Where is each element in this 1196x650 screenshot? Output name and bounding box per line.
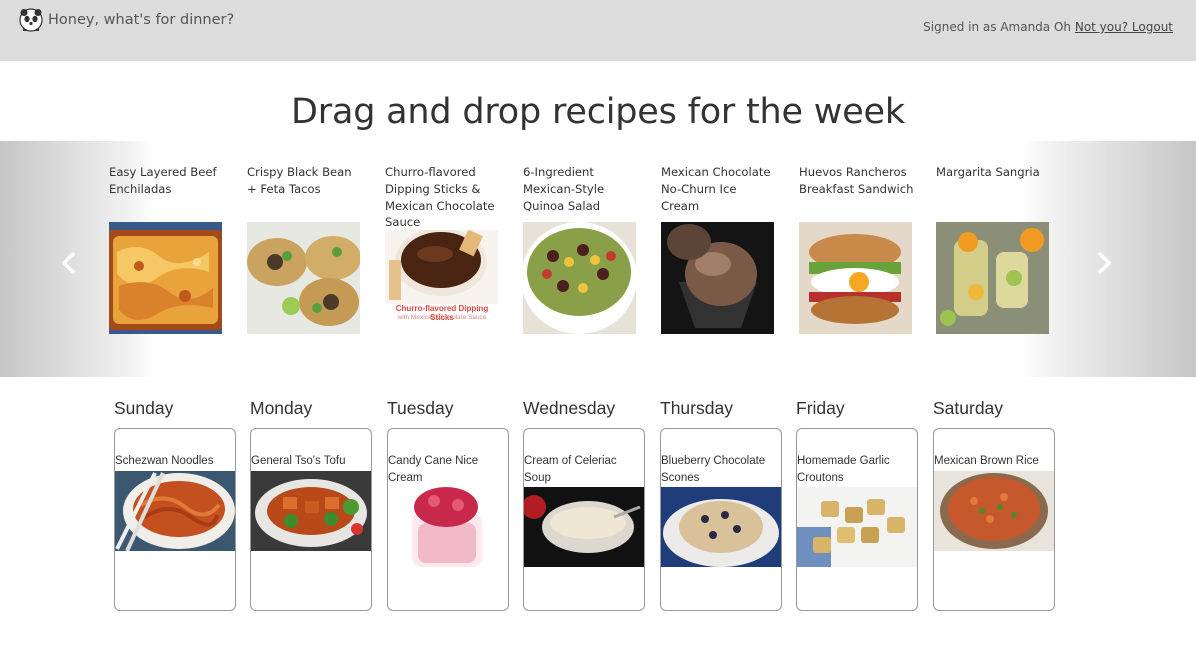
day-name: Monday bbox=[250, 398, 313, 418]
schezwan-noodles-photo bbox=[115, 471, 235, 551]
carousel-recipe-card[interactable]: 6-Ingredient Mexican-Style Quinoa Salad bbox=[523, 164, 639, 334]
quinoa-salad-photo bbox=[523, 222, 636, 334]
recipe-name: Margarita Sangria bbox=[936, 165, 1040, 179]
day-name: Sunday bbox=[114, 398, 174, 418]
carousel-recipe-card[interactable]: Churro-flavored Dipping Sticks & Mexican… bbox=[385, 164, 501, 342]
slot-recipe-name: Homemade Garlic Croutons bbox=[797, 455, 890, 484]
top-bar: Honey, what's for dinner? Signed in as A… bbox=[0, 0, 1196, 61]
day-drop-slot[interactable]: Candy Cane Nice Cream bbox=[387, 428, 509, 611]
margarita-sangria-photo bbox=[936, 222, 1049, 334]
day-name: Wednesday bbox=[523, 398, 616, 418]
page-heading: Drag and drop recipes for the week bbox=[291, 92, 905, 132]
day-column-friday: Friday Homemade Garlic Croutons bbox=[796, 398, 920, 611]
day-name: Friday bbox=[796, 398, 845, 418]
day-drop-slot[interactable]: Mexican Brown Rice bbox=[933, 428, 1055, 611]
recipe-name: Huevos Rancheros Breakfast Sandwich bbox=[799, 165, 914, 196]
slot-recipe-name: Cream of Celeriac Soup bbox=[524, 455, 617, 484]
carousel-recipe-card[interactable]: Huevos Rancheros Breakfast Sandwich bbox=[799, 164, 915, 334]
app-title: Honey, what's for dinner? bbox=[48, 12, 235, 28]
mexican-brown-rice-photo bbox=[934, 471, 1054, 551]
chevron-left-icon[interactable] bbox=[59, 251, 79, 275]
day-column-monday: Monday General Tso's Tofu bbox=[250, 398, 374, 611]
garlic-croutons-photo bbox=[797, 487, 917, 567]
chocolate-ice-cream-photo bbox=[661, 222, 774, 334]
logout-link[interactable]: Not you? Logout bbox=[1075, 20, 1173, 34]
day-drop-slot[interactable]: General Tso's Tofu bbox=[250, 428, 372, 611]
recipe-name: 6-Ingredient Mexican-Style Quinoa Salad bbox=[523, 165, 605, 213]
day-column-tuesday: Tuesday Candy Cane Nice Cream bbox=[387, 398, 511, 611]
slot-recipe-name: Mexican Brown Rice bbox=[934, 455, 1039, 467]
carousel-recipe-card[interactable]: Crispy Black Bean + Feta Tacos bbox=[247, 164, 363, 334]
account-info: Signed in as Amanda Oh Not you? Logout bbox=[923, 20, 1173, 34]
recipe-name: Churro-flavored Dipping Sticks & Mexican… bbox=[385, 165, 495, 230]
day-name: Saturday bbox=[933, 398, 1004, 418]
day-column-wednesday: Wednesday Cream of Celeriac Soup bbox=[523, 398, 647, 611]
chevron-right-icon[interactable] bbox=[1094, 251, 1114, 275]
carousel-recipe-card[interactable]: Easy Layered Beef Enchiladas bbox=[109, 164, 225, 334]
day-drop-slot[interactable]: Cream of Celeriac Soup bbox=[523, 428, 645, 611]
celeriac-soup-photo bbox=[524, 487, 644, 567]
day-column-sunday: Sunday Schezwan Noodles bbox=[114, 398, 238, 611]
day-column-thursday: Thursday Blueberry Chocolate Scones bbox=[660, 398, 784, 611]
tacos-photo bbox=[247, 222, 360, 334]
carousel-recipe-card[interactable]: Margarita Sangria bbox=[936, 164, 1052, 334]
carousel-recipe-card[interactable]: Mexican Chocolate No-Churn Ice Cream bbox=[661, 164, 777, 334]
day-column-saturday: Saturday Mexican Brown Rice bbox=[933, 398, 1057, 611]
day-drop-slot[interactable]: Schezwan Noodles bbox=[114, 428, 236, 611]
enchiladas-photo bbox=[109, 222, 222, 334]
general-tsos-tofu-photo bbox=[251, 471, 371, 551]
recipe-carousel: Easy Layered Beef Enchiladas Crispy Blac… bbox=[0, 141, 1196, 377]
slot-recipe-name: General Tso's Tofu bbox=[251, 455, 346, 467]
churro-photo bbox=[385, 230, 498, 342]
recipe-name: Mexican Chocolate No-Churn Ice Cream bbox=[661, 165, 771, 213]
brand[interactable]: Honey, what's for dinner? bbox=[19, 8, 234, 32]
panda-icon bbox=[19, 8, 43, 32]
blueberry-scones-photo bbox=[661, 487, 781, 567]
signed-in-text: Signed in as Amanda Oh bbox=[923, 20, 1072, 34]
recipe-name: Easy Layered Beef Enchiladas bbox=[109, 165, 217, 196]
slot-recipe-name: Candy Cane Nice Cream bbox=[388, 455, 479, 484]
slot-recipe-name: Schezwan Noodles bbox=[115, 455, 214, 467]
huevos-rancheros-sandwich-photo bbox=[799, 222, 912, 334]
slot-recipe-name: Blueberry Chocolate Scones bbox=[661, 455, 766, 484]
day-name: Tuesday bbox=[387, 398, 454, 418]
churro-image-subcaption: with Mexican Chocolate Sauce bbox=[397, 314, 487, 321]
day-name: Thursday bbox=[660, 398, 733, 418]
candy-cane-nice-cream-photo bbox=[388, 487, 508, 567]
week-planner: Sunday Schezwan Noodles Monday General T… bbox=[0, 398, 1196, 638]
day-drop-slot[interactable]: Blueberry Chocolate Scones bbox=[660, 428, 782, 611]
day-drop-slot[interactable]: Homemade Garlic Croutons bbox=[796, 428, 918, 611]
recipe-name: Crispy Black Bean + Feta Tacos bbox=[247, 165, 352, 196]
